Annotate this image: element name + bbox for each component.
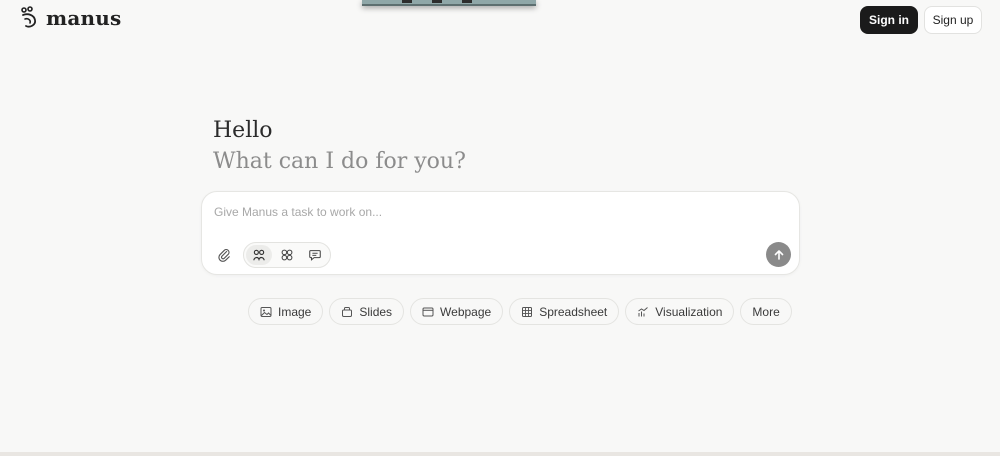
agent-mode-icon bbox=[253, 249, 265, 262]
greeting: Hello What can I do for you? bbox=[213, 116, 466, 178]
spreadsheet-icon bbox=[522, 306, 533, 317]
chip-visualization[interactable]: Visualization bbox=[625, 298, 735, 325]
sign-up-button[interactable]: Sign up bbox=[924, 6, 982, 34]
slides-icon bbox=[342, 306, 353, 317]
attach-button[interactable] bbox=[214, 245, 234, 265]
chip-slides[interactable]: Slides bbox=[329, 298, 405, 325]
mode-agent-button[interactable] bbox=[246, 245, 272, 265]
quick-actions: Image Slides Webpage Spreadsheet Visuali… bbox=[248, 298, 792, 326]
arrow-up-icon bbox=[774, 249, 783, 260]
chip-more[interactable]: More bbox=[740, 298, 792, 325]
mode-adaptive-button[interactable] bbox=[274, 245, 300, 265]
chip-label: Spreadsheet bbox=[539, 304, 608, 319]
chat-icon bbox=[309, 250, 321, 261]
greeting-title: Hello bbox=[213, 118, 273, 143]
chip-image[interactable]: Image bbox=[248, 298, 324, 325]
manus-logo-icon bbox=[21, 6, 36, 28]
mode-selector bbox=[243, 242, 331, 268]
brand-name: manus bbox=[46, 6, 122, 30]
chip-label: Webpage bbox=[440, 304, 492, 319]
chip-webpage[interactable]: Webpage bbox=[410, 298, 504, 325]
bottom-edge bbox=[0, 452, 1000, 456]
adaptive-mode-icon bbox=[281, 249, 293, 261]
chip-label: More bbox=[752, 304, 780, 319]
chip-label: Visualization bbox=[655, 304, 723, 319]
mode-chat-button[interactable] bbox=[302, 245, 328, 265]
image-icon bbox=[260, 306, 272, 317]
paperclip-icon bbox=[218, 249, 230, 262]
webpage-icon bbox=[422, 307, 434, 316]
sign-in-button[interactable]: Sign in bbox=[860, 6, 918, 34]
chip-spreadsheet[interactable]: Spreadsheet bbox=[509, 298, 620, 325]
brand-logo[interactable]: manus bbox=[20, 6, 121, 30]
chip-label: Image bbox=[278, 304, 312, 319]
greeting-subtitle: What can I do for you? bbox=[213, 149, 466, 174]
visualization-icon bbox=[638, 306, 649, 316]
top-bar: manus Sign in Sign up bbox=[0, 0, 1000, 40]
send-button[interactable] bbox=[766, 242, 791, 267]
chip-label: Slides bbox=[359, 304, 393, 319]
task-composer bbox=[201, 191, 800, 275]
task-input[interactable] bbox=[214, 202, 774, 222]
